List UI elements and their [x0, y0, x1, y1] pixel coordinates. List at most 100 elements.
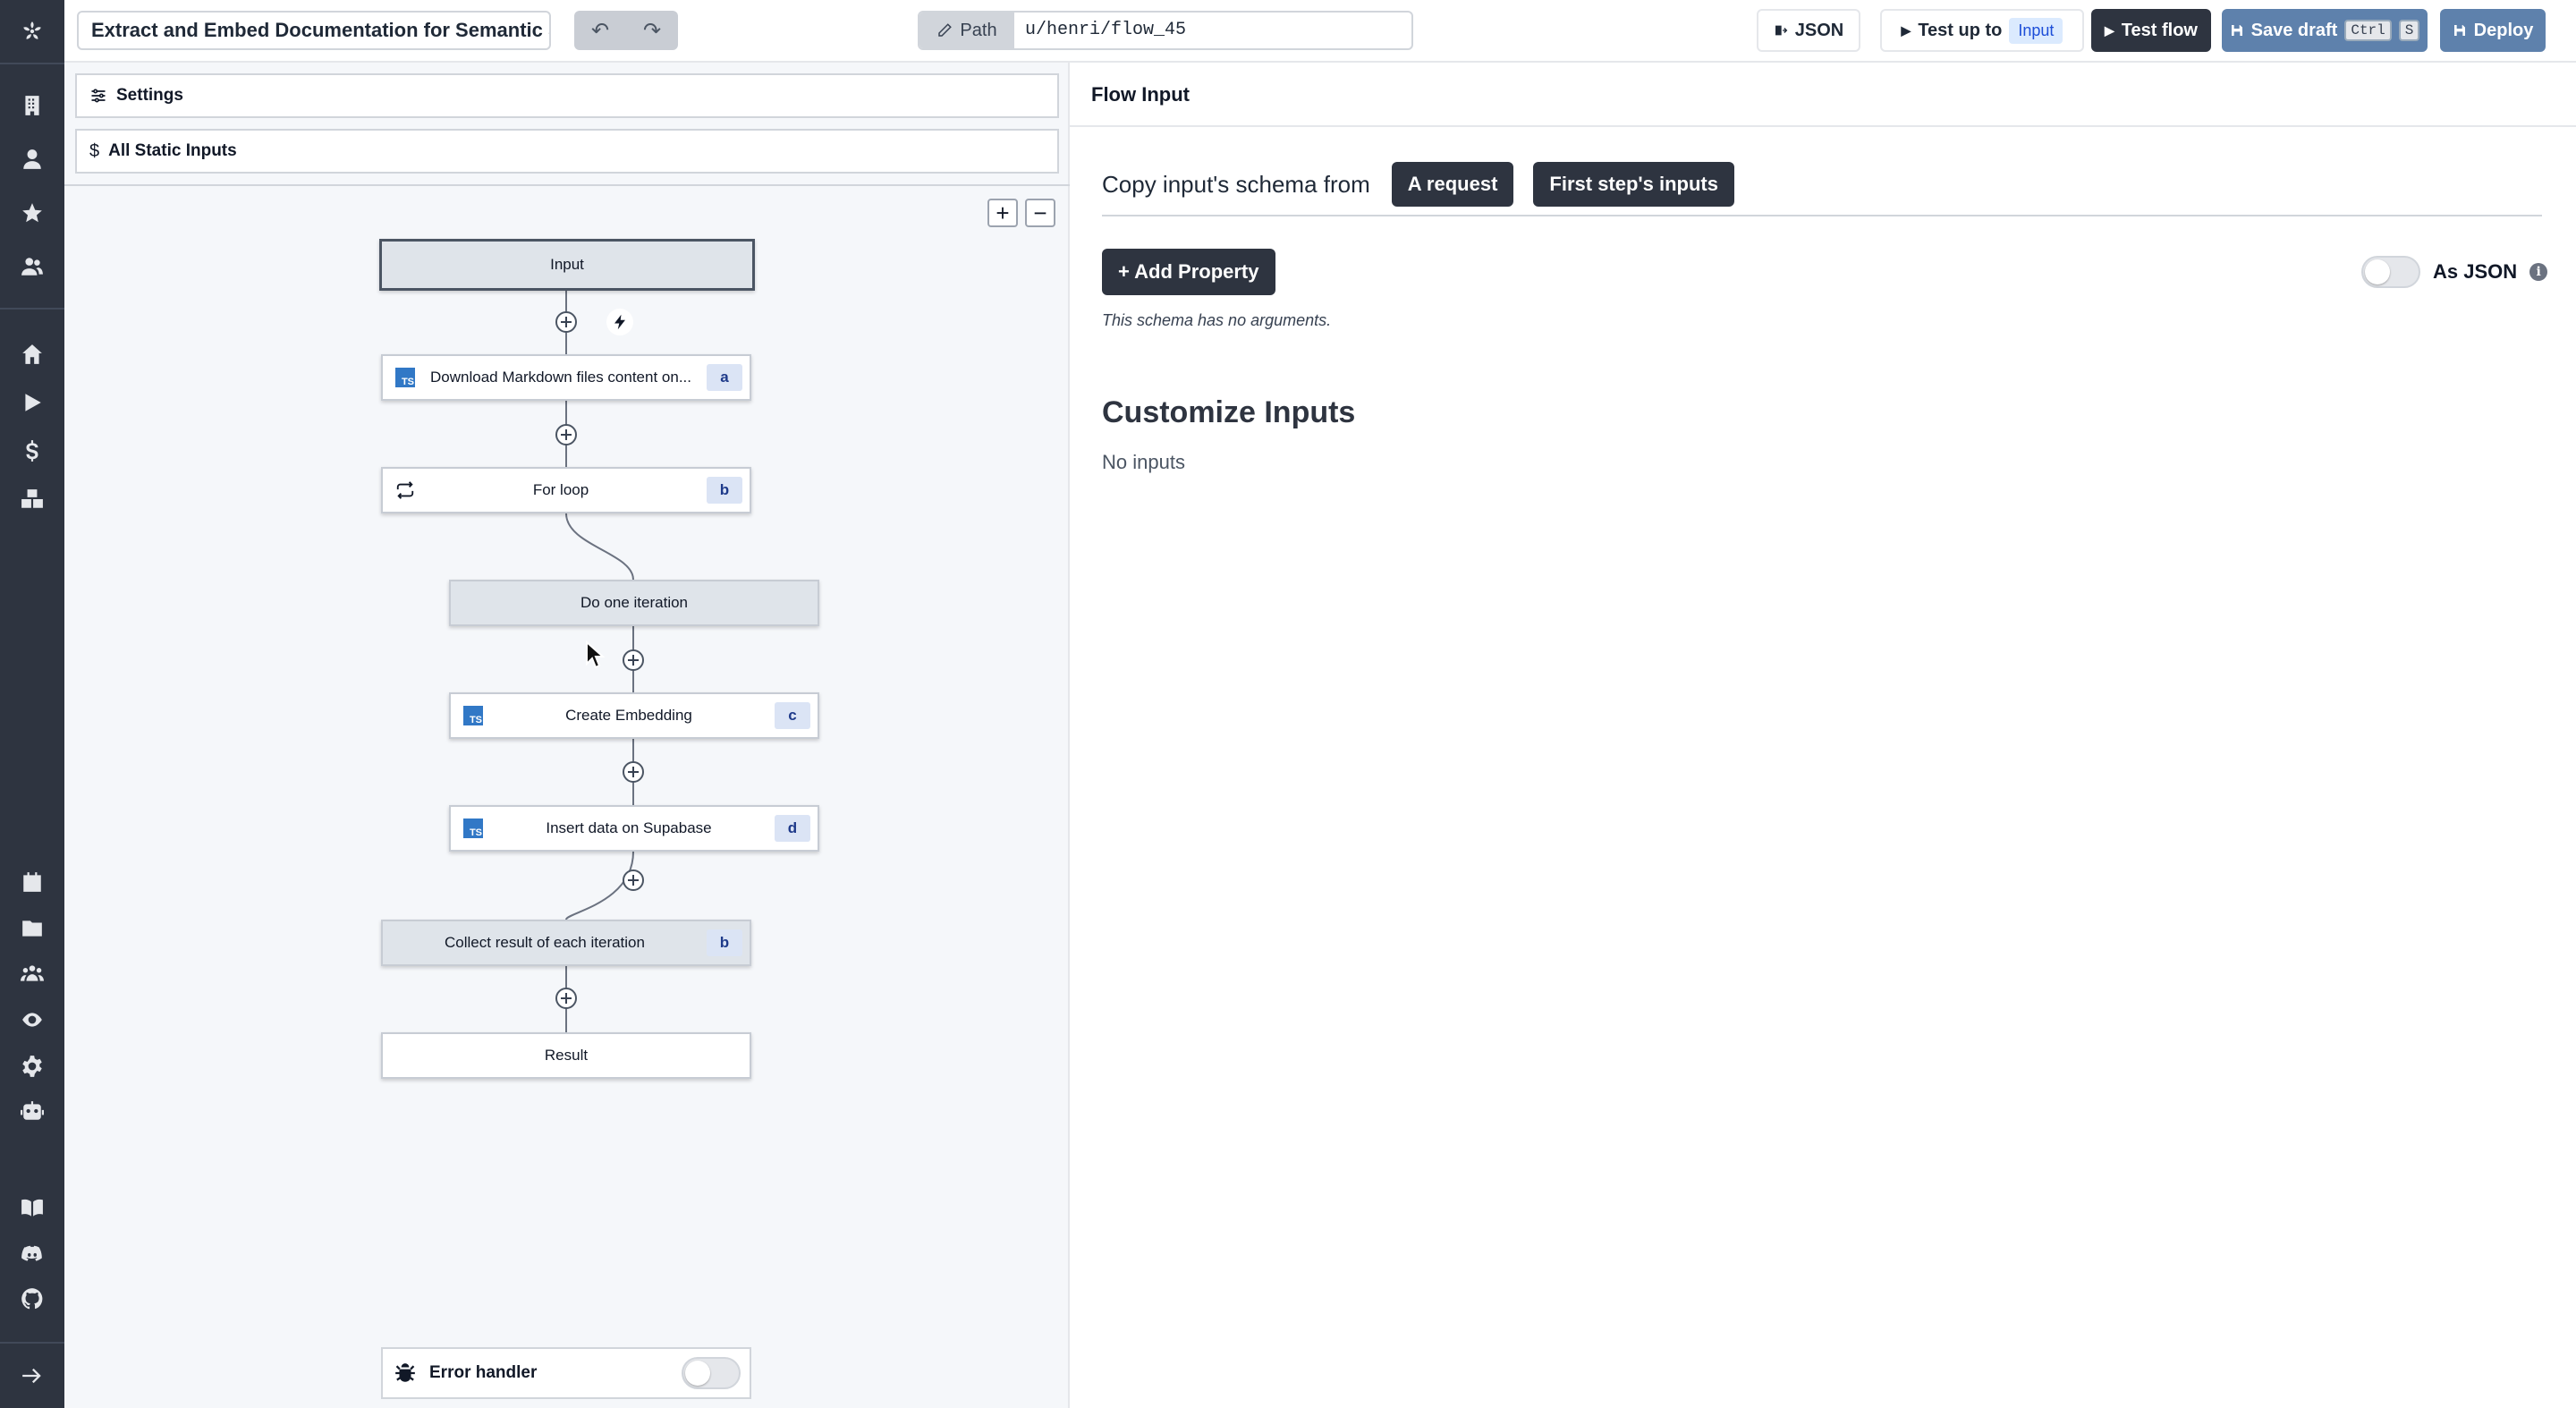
insert-step-button[interactable] [555, 424, 577, 445]
add-property-button[interactable]: + Add Property [1102, 249, 1275, 295]
plus-icon [561, 317, 572, 327]
path-input[interactable]: u/henri/flow_45 [1014, 13, 1411, 48]
boxes-icon[interactable] [20, 487, 45, 512]
divider [1102, 215, 2542, 216]
export-icon [1775, 25, 1788, 36]
no-arguments-text: This schema has no arguments. [1102, 311, 1332, 329]
test-up-to-label: Test up to [1918, 20, 2003, 40]
error-handler-label: Error handler [429, 1363, 538, 1382]
flow-node-c[interactable]: TS Create Embedding c [449, 692, 819, 739]
plus-icon [561, 429, 572, 440]
first-step-inputs-button[interactable]: First step's inputs [1533, 162, 1734, 207]
flow-canvas[interactable]: Input TS Download Markdown files content… [64, 63, 1070, 1408]
sidebar-divider [0, 308, 64, 310]
a-request-button[interactable]: A request [1391, 162, 1514, 207]
save-draft-button[interactable]: Save draft Ctrl S [2222, 9, 2428, 52]
sidebar-divider [0, 63, 64, 64]
building-icon[interactable] [20, 93, 45, 118]
insert-step-button[interactable] [623, 649, 644, 671]
flow-node-b[interactable]: For loop b [381, 467, 751, 513]
robot-icon[interactable] [20, 1098, 45, 1124]
play-icon[interactable] [20, 390, 45, 415]
flow-node-iteration[interactable]: Do one iteration [449, 580, 819, 626]
dollar-icon[interactable] [20, 438, 45, 463]
mouse-cursor-icon [586, 640, 605, 669]
test-flow-button[interactable]: ▶ Test flow [2091, 9, 2211, 52]
loop-icon [396, 481, 414, 499]
plus-icon [628, 767, 639, 777]
flow-title-input[interactable]: Extract and Embed Documentation for Sema… [77, 11, 551, 50]
as-json-label: As JSON [2433, 260, 2518, 283]
save-icon [2231, 25, 2242, 36]
plus-icon [628, 655, 639, 666]
undo-button[interactable]: ↶ [574, 11, 626, 50]
discord-icon[interactable] [20, 1242, 45, 1267]
copy-schema-row: Copy input's schema from A request First… [1102, 161, 1734, 208]
error-handler-toggle[interactable] [682, 1357, 741, 1389]
lightning-icon [614, 314, 625, 330]
flow-node-input[interactable]: Input [379, 239, 755, 291]
play-small-icon: ▶ [2105, 22, 2114, 38]
typescript-icon: TS [395, 368, 415, 387]
node-label: Create Embedding [565, 707, 692, 724]
path-label: Path [960, 20, 997, 40]
pencil-icon [938, 23, 953, 37]
typescript-icon: TS [463, 819, 483, 838]
node-label: Result [544, 1047, 589, 1064]
as-json-control: As JSON i [2361, 256, 2548, 288]
bug-icon [395, 1363, 415, 1382]
shortcut-key-s: S [2398, 20, 2420, 41]
panel-title: Flow Input [1070, 63, 2576, 127]
flow-node-a[interactable]: TS Download Markdown files content on...… [381, 354, 751, 401]
copy-schema-label: Copy input's schema from [1102, 170, 1370, 198]
path-edit-button[interactable]: Path [919, 13, 1014, 48]
test-up-to-button[interactable]: ▶ Test up to Input [1880, 9, 2084, 52]
insert-step-button[interactable] [555, 311, 577, 333]
trigger-button[interactable] [606, 309, 633, 335]
node-id-badge: b [707, 477, 742, 504]
flow-node-collect[interactable]: Collect result of each iteration b [381, 920, 751, 966]
sidebar-divider [0, 1342, 64, 1344]
groups-icon[interactable] [20, 961, 45, 986]
windmill-logo-icon[interactable] [20, 19, 45, 44]
as-json-toggle[interactable] [2361, 256, 2420, 288]
save-draft-label: Save draft [2250, 20, 2338, 40]
undo-redo-group: ↶ ↷ [574, 11, 678, 50]
node-id-badge: a [707, 364, 742, 391]
node-label: Download Markdown files content on... [430, 369, 691, 386]
test-up-to-target[interactable]: Input [2009, 17, 2063, 44]
insert-step-button[interactable] [555, 988, 577, 1009]
deploy-label: Deploy [2473, 20, 2534, 40]
flow-node-result[interactable]: Result [381, 1032, 751, 1079]
json-label: JSON [1794, 20, 1844, 40]
deploy-button[interactable]: Deploy [2440, 9, 2546, 52]
redo-button[interactable]: ↷ [626, 11, 678, 50]
flow-editor-panel: Settings $ All Static Inputs + − Input T… [64, 63, 1070, 1408]
user-icon[interactable] [20, 147, 45, 172]
folder-icon[interactable] [20, 916, 45, 941]
redo-icon: ↷ [642, 18, 662, 43]
calendar-icon[interactable] [20, 869, 45, 895]
shortcut-key-ctrl: Ctrl [2344, 20, 2392, 41]
flow-node-d[interactable]: TS Insert data on Supabase d [449, 805, 819, 852]
no-inputs-text: No inputs [1102, 451, 1185, 473]
error-handler-node[interactable]: Error handler [381, 1347, 751, 1399]
flow-input-panel: Flow Input Copy input's schema from A re… [1070, 63, 2576, 1408]
expand-arrow-icon[interactable] [20, 1363, 45, 1388]
eye-icon[interactable] [20, 1007, 45, 1032]
info-icon[interactable]: i [2529, 263, 2548, 281]
github-icon[interactable] [20, 1286, 45, 1311]
undo-icon: ↶ [590, 18, 610, 43]
node-label: Insert data on Supabase [546, 819, 712, 836]
json-button[interactable]: JSON [1757, 9, 1860, 52]
home-icon[interactable] [20, 342, 45, 367]
star-icon[interactable] [20, 200, 45, 225]
insert-step-button[interactable] [623, 869, 644, 891]
users-icon[interactable] [20, 254, 45, 279]
book-icon[interactable] [20, 1195, 45, 1220]
node-label: Collect result of each iteration [445, 934, 645, 951]
node-label: For loop [532, 481, 589, 498]
insert-step-button[interactable] [623, 761, 644, 783]
gear-icon[interactable] [20, 1054, 45, 1079]
node-label: Do one iteration [580, 594, 689, 611]
